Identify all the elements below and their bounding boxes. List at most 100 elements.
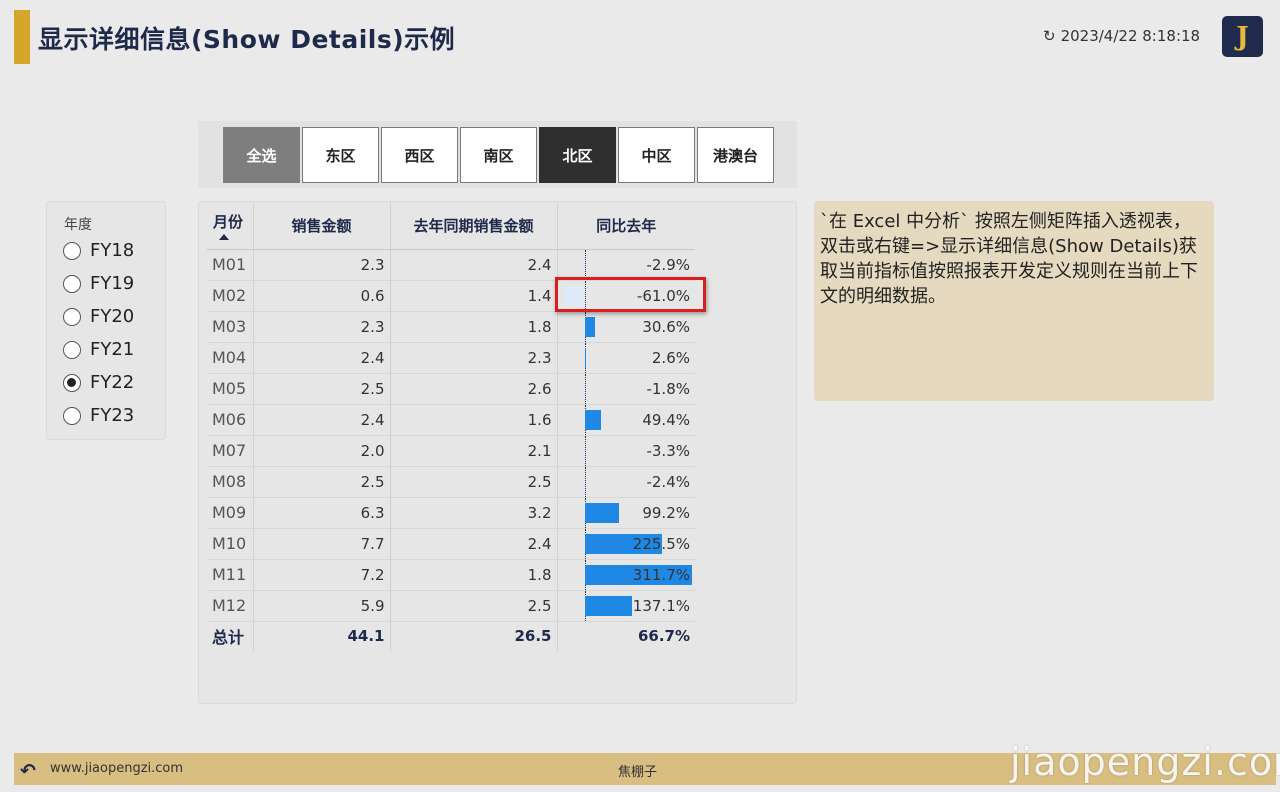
year-option-fy21[interactable]: FY21 xyxy=(63,339,134,360)
cell-last-year[interactable]: 1.4 xyxy=(390,280,558,312)
total-last-year[interactable]: 26.5 xyxy=(390,621,558,651)
radio-icon[interactable] xyxy=(63,406,81,425)
cell-last-year[interactable]: 1.8 xyxy=(390,559,558,591)
yoy-value: -2.9% xyxy=(646,255,690,274)
total-sales[interactable]: 44.1 xyxy=(253,621,391,651)
cell-last-year[interactable]: 2.5 xyxy=(390,466,558,498)
cell-month: M12 xyxy=(207,590,254,622)
table-row: M08 2.5 2.5 -2.4% xyxy=(207,466,695,498)
table-row: M07 2.0 2.1 -3.3% xyxy=(207,435,695,467)
year-option-label: FY19 xyxy=(90,273,135,294)
year-option-fy20[interactable]: FY20 xyxy=(63,306,134,327)
cell-month: M09 xyxy=(207,497,254,529)
sales-matrix: 月份 销售金额 去年同期销售金额 同比去年 M01 2.3 2.4 -2.9% M02 0… xyxy=(207,203,695,651)
cell-last-year[interactable]: 2.6 xyxy=(390,373,558,405)
region-button-3[interactable]: 南区 xyxy=(460,127,537,183)
year-option-fy23[interactable]: FY23 xyxy=(63,405,134,426)
total-yoy[interactable]: 66.7% xyxy=(557,621,695,651)
footer-author: 焦棚子 xyxy=(618,765,658,780)
timestamp-text: 2023/4/22 8:18:18 xyxy=(1060,27,1201,45)
cell-sales[interactable]: 2.4 xyxy=(253,342,391,374)
yoy-value: -61.0% xyxy=(636,286,690,305)
cell-sales[interactable]: 2.0 xyxy=(253,435,391,467)
total-row: 总计 44.1 26.5 66.7% xyxy=(207,621,695,651)
region-button-4[interactable]: 北区 xyxy=(539,127,616,183)
column-header-sales[interactable]: 销售金额 xyxy=(253,203,391,250)
region-button-1[interactable]: 东区 xyxy=(302,127,379,183)
cell-yoy[interactable]: -2.9% xyxy=(557,249,695,281)
yoy-value: 49.4% xyxy=(642,410,690,429)
table-row: M01 2.3 2.4 -2.9% xyxy=(207,249,695,281)
cell-sales[interactable]: 6.3 xyxy=(253,497,391,529)
radio-icon[interactable] xyxy=(63,340,81,359)
cell-last-year[interactable]: 2.5 xyxy=(390,590,558,622)
cell-month: M04 xyxy=(207,342,254,374)
cell-sales[interactable]: 7.7 xyxy=(253,528,391,560)
region-button-0[interactable]: 全选 xyxy=(223,127,300,183)
cell-sales[interactable]: 7.2 xyxy=(253,559,391,591)
year-option-fy19[interactable]: FY19 xyxy=(63,273,134,294)
cell-yoy[interactable]: -1.8% xyxy=(557,373,695,405)
footer-url[interactable]: www.jiaopengzi.com xyxy=(50,761,183,776)
yoy-value: -2.4% xyxy=(646,472,690,491)
cell-yoy[interactable]: 30.6% xyxy=(557,311,695,343)
cell-last-year[interactable]: 2.4 xyxy=(390,249,558,281)
year-option-fy22[interactable]: FY22 xyxy=(63,372,134,393)
cell-month: M02 xyxy=(207,280,254,312)
logo: J xyxy=(1222,16,1263,57)
cell-sales[interactable]: 2.5 xyxy=(253,466,391,498)
radio-icon[interactable] xyxy=(63,373,81,392)
column-header-last-year[interactable]: 去年同期销售金额 xyxy=(390,203,558,250)
region-button-6[interactable]: 港澳台 xyxy=(697,127,774,183)
year-slicer: 年度 FY18 FY19 FY20 FY21 FY22 FY23 xyxy=(46,201,166,440)
cell-month: M11 xyxy=(207,559,254,591)
region-button-5[interactable]: 中区 xyxy=(618,127,695,183)
yoy-value: 2.6% xyxy=(651,348,690,367)
column-header-yoy[interactable]: 同比去年 xyxy=(557,203,695,250)
refresh-icon[interactable]: ↻ xyxy=(1043,27,1056,45)
cell-last-year[interactable]: 1.8 xyxy=(390,311,558,343)
radio-icon[interactable] xyxy=(63,274,81,293)
cell-sales[interactable]: 0.6 xyxy=(253,280,391,312)
cell-last-year[interactable]: 2.3 xyxy=(390,342,558,374)
cell-last-year[interactable]: 1.6 xyxy=(390,404,558,436)
cell-yoy[interactable]: 99.2% xyxy=(557,497,695,529)
cell-yoy[interactable]: -3.3% xyxy=(557,435,695,467)
watermark: jiaopengzi.com xyxy=(1010,740,1280,784)
cell-last-year[interactable]: 2.4 xyxy=(390,528,558,560)
radio-icon[interactable] xyxy=(63,307,81,326)
yoy-value: -3.3% xyxy=(646,441,690,460)
cell-yoy[interactable]: 225.5% xyxy=(557,528,695,560)
year-option-fy18[interactable]: FY18 xyxy=(63,240,134,261)
cell-yoy[interactable]: -2.4% xyxy=(557,466,695,498)
cell-yoy[interactable]: -61.0% xyxy=(557,280,695,312)
cell-month: M08 xyxy=(207,466,254,498)
cell-yoy[interactable]: 137.1% xyxy=(557,590,695,622)
table-row: M04 2.4 2.3 2.6% xyxy=(207,342,695,374)
cell-sales[interactable]: 2.4 xyxy=(253,404,391,436)
cell-sales[interactable]: 5.9 xyxy=(253,590,391,622)
refresh-timestamp[interactable]: ↻ 2023/4/22 8:18:18 xyxy=(1043,27,1200,45)
cell-last-year[interactable]: 2.1 xyxy=(390,435,558,467)
title-accent-bar xyxy=(14,10,30,64)
yoy-value: 99.2% xyxy=(642,503,690,522)
cell-month: M01 xyxy=(207,249,254,281)
table-row: M10 7.7 2.4 225.5% xyxy=(207,528,695,560)
yoy-value: -1.8% xyxy=(646,379,690,398)
table-row: M09 6.3 3.2 99.2% xyxy=(207,497,695,529)
cell-last-year[interactable]: 3.2 xyxy=(390,497,558,529)
table-row: M05 2.5 2.6 -1.8% xyxy=(207,373,695,405)
cell-yoy[interactable]: 2.6% xyxy=(557,342,695,374)
radio-icon[interactable] xyxy=(63,241,81,260)
cell-yoy[interactable]: 311.7% xyxy=(557,559,695,591)
column-header-month[interactable]: 月份 xyxy=(207,203,254,250)
region-button-2[interactable]: 西区 xyxy=(381,127,458,183)
cell-sales[interactable]: 2.3 xyxy=(253,249,391,281)
cell-yoy[interactable]: 49.4% xyxy=(557,404,695,436)
yoy-value: 137.1% xyxy=(632,596,690,615)
year-slicer-label: 年度 xyxy=(64,217,92,233)
back-arrow-icon[interactable]: ↶ xyxy=(20,760,36,782)
cell-sales[interactable]: 2.5 xyxy=(253,373,391,405)
yoy-value: 311.7% xyxy=(632,565,690,584)
cell-sales[interactable]: 2.3 xyxy=(253,311,391,343)
